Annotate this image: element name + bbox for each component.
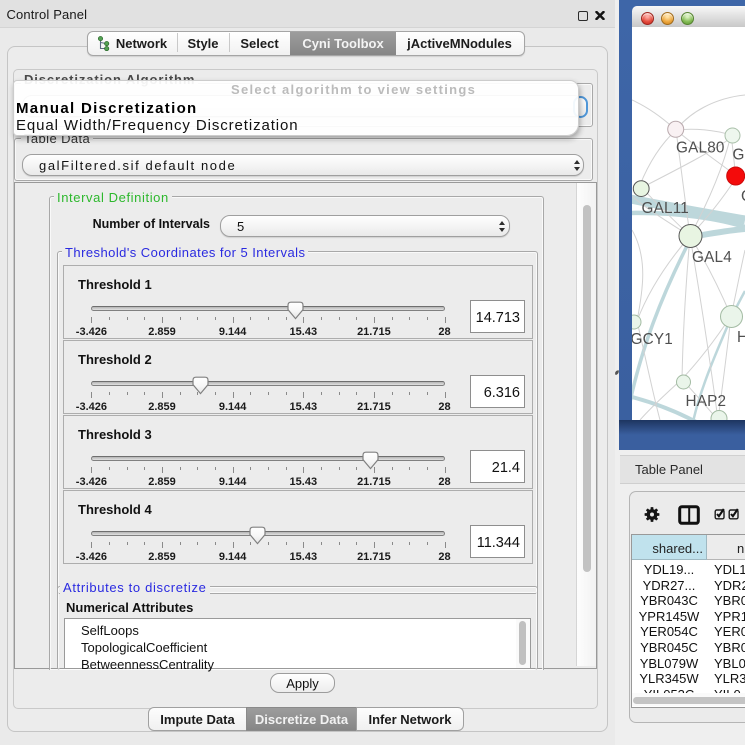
svg-text:GAL4: GAL4 (692, 249, 732, 266)
svg-text:C: C (741, 188, 745, 205)
svg-text:G.: G. (733, 147, 745, 164)
svg-text:GAL11: GAL11 (642, 200, 690, 217)
svg-text:GAL80: GAL80 (676, 140, 725, 157)
svg-text:H: H (737, 329, 745, 346)
svg-text:GCY1: GCY1 (632, 331, 673, 348)
svg-text:HAP2: HAP2 (686, 393, 727, 410)
